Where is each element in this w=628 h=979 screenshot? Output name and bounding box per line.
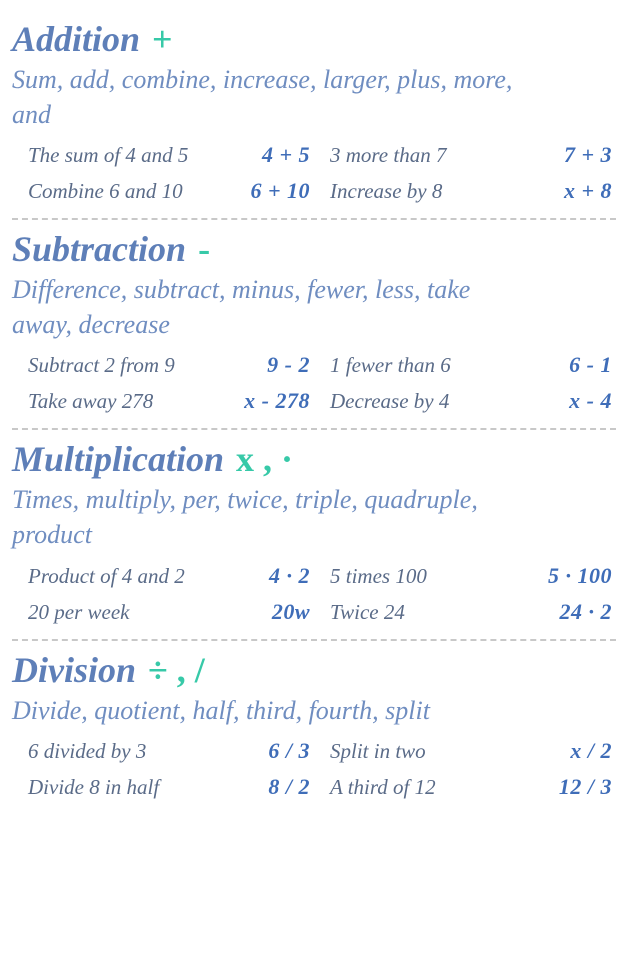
- example-row: A third of 12 12 / 3: [330, 774, 612, 800]
- example-phrase: 3 more than 7: [330, 143, 446, 168]
- multiplication-keywords: Times, multiply, per, twice, triple, qua…: [12, 482, 532, 552]
- example-row: Combine 6 and 10 6 + 10: [28, 178, 310, 204]
- divide-icon: ÷ , /: [148, 649, 205, 691]
- example-row: Product of 4 and 2 4 · 2: [28, 563, 310, 589]
- example-phrase: A third of 12: [330, 775, 436, 800]
- example-row: 20 per week 20w: [28, 599, 310, 625]
- addition-title: Addition: [12, 18, 140, 60]
- multiplication-title-row: Multiplication x , ·: [12, 438, 616, 480]
- example-phrase: Increase by 8: [330, 179, 442, 204]
- minus-icon: -: [198, 228, 210, 270]
- addition-section: Addition + Sum, add, combine, increase, …: [12, 10, 616, 218]
- example-row: Subtract 2 from 9 9 - 2: [28, 352, 310, 378]
- example-expr: 4 · 2: [269, 563, 310, 589]
- addition-title-row: Addition +: [12, 18, 616, 60]
- multiplication-title: Multiplication: [12, 438, 224, 480]
- example-row: Twice 24 24 · 2: [330, 599, 612, 625]
- example-phrase: Subtract 2 from 9: [28, 353, 175, 378]
- multiplication-section: Multiplication x , · Times, multiply, pe…: [12, 430, 616, 638]
- example-phrase: 20 per week: [28, 600, 129, 625]
- addition-keywords: Sum, add, combine, increase, larger, plu…: [12, 62, 532, 132]
- example-phrase: 5 times 100: [330, 564, 427, 589]
- example-expr: 6 + 10: [250, 178, 310, 204]
- example-row: The sum of 4 and 5 4 + 5: [28, 142, 310, 168]
- example-expr: 8 / 2: [268, 774, 310, 800]
- example-phrase: The sum of 4 and 5: [28, 143, 188, 168]
- example-phrase: Twice 24: [330, 600, 405, 625]
- example-phrase: Decrease by 4: [330, 389, 449, 414]
- example-row: 1 fewer than 6 6 - 1: [330, 352, 612, 378]
- multiplication-examples: Product of 4 and 2 4 · 2 5 times 100 5 ·…: [12, 563, 616, 625]
- subtraction-keywords: Difference, subtract, minus, fewer, less…: [12, 272, 532, 342]
- example-expr: 4 + 5: [262, 142, 310, 168]
- example-expr: 5 · 100: [548, 563, 612, 589]
- example-phrase: Combine 6 and 10: [28, 179, 183, 204]
- plus-icon: +: [152, 18, 173, 60]
- example-row: 6 divided by 3 6 / 3: [28, 738, 310, 764]
- example-phrase: 6 divided by 3: [28, 739, 146, 764]
- example-expr: 24 · 2: [560, 599, 613, 625]
- example-phrase: Product of 4 and 2: [28, 564, 185, 589]
- addition-examples: The sum of 4 and 5 4 + 5 3 more than 7 7…: [12, 142, 616, 204]
- example-expr: 20w: [272, 599, 310, 625]
- division-section: Division ÷ , / Divide, quotient, half, t…: [12, 641, 616, 814]
- example-expr: 12 / 3: [559, 774, 612, 800]
- example-expr: x / 2: [570, 738, 612, 764]
- example-row: Decrease by 4 x - 4: [330, 388, 612, 414]
- subtraction-title-row: Subtraction -: [12, 228, 616, 270]
- example-row: 3 more than 7 7 + 3: [330, 142, 612, 168]
- example-expr: x + 8: [564, 178, 612, 204]
- subtraction-examples: Subtract 2 from 9 9 - 2 1 fewer than 6 6…: [12, 352, 616, 414]
- example-row: Divide 8 in half 8 / 2: [28, 774, 310, 800]
- example-phrase: Take away 278: [28, 389, 153, 414]
- division-examples: 6 divided by 3 6 / 3 Split in two x / 2 …: [12, 738, 616, 800]
- subtraction-title: Subtraction: [12, 228, 186, 270]
- example-row: Take away 278 x - 278: [28, 388, 310, 414]
- example-row: Increase by 8 x + 8: [330, 178, 612, 204]
- example-expr: x - 278: [244, 388, 310, 414]
- example-phrase: 1 fewer than 6: [330, 353, 451, 378]
- example-phrase: Divide 8 in half: [28, 775, 159, 800]
- example-expr: x - 4: [569, 388, 612, 414]
- example-row: Split in two x / 2: [330, 738, 612, 764]
- example-expr: 9 - 2: [267, 352, 310, 378]
- division-title-row: Division ÷ , /: [12, 649, 616, 691]
- example-row: 5 times 100 5 · 100: [330, 563, 612, 589]
- times-icon: x , ·: [236, 438, 293, 480]
- subtraction-section: Subtraction - Difference, subtract, minu…: [12, 220, 616, 428]
- example-expr: 6 - 1: [569, 352, 612, 378]
- example-expr: 6 / 3: [268, 738, 310, 764]
- division-keywords: Divide, quotient, half, third, fourth, s…: [12, 693, 532, 728]
- example-expr: 7 + 3: [564, 142, 612, 168]
- example-phrase: Split in two: [330, 739, 426, 764]
- division-title: Division: [12, 649, 136, 691]
